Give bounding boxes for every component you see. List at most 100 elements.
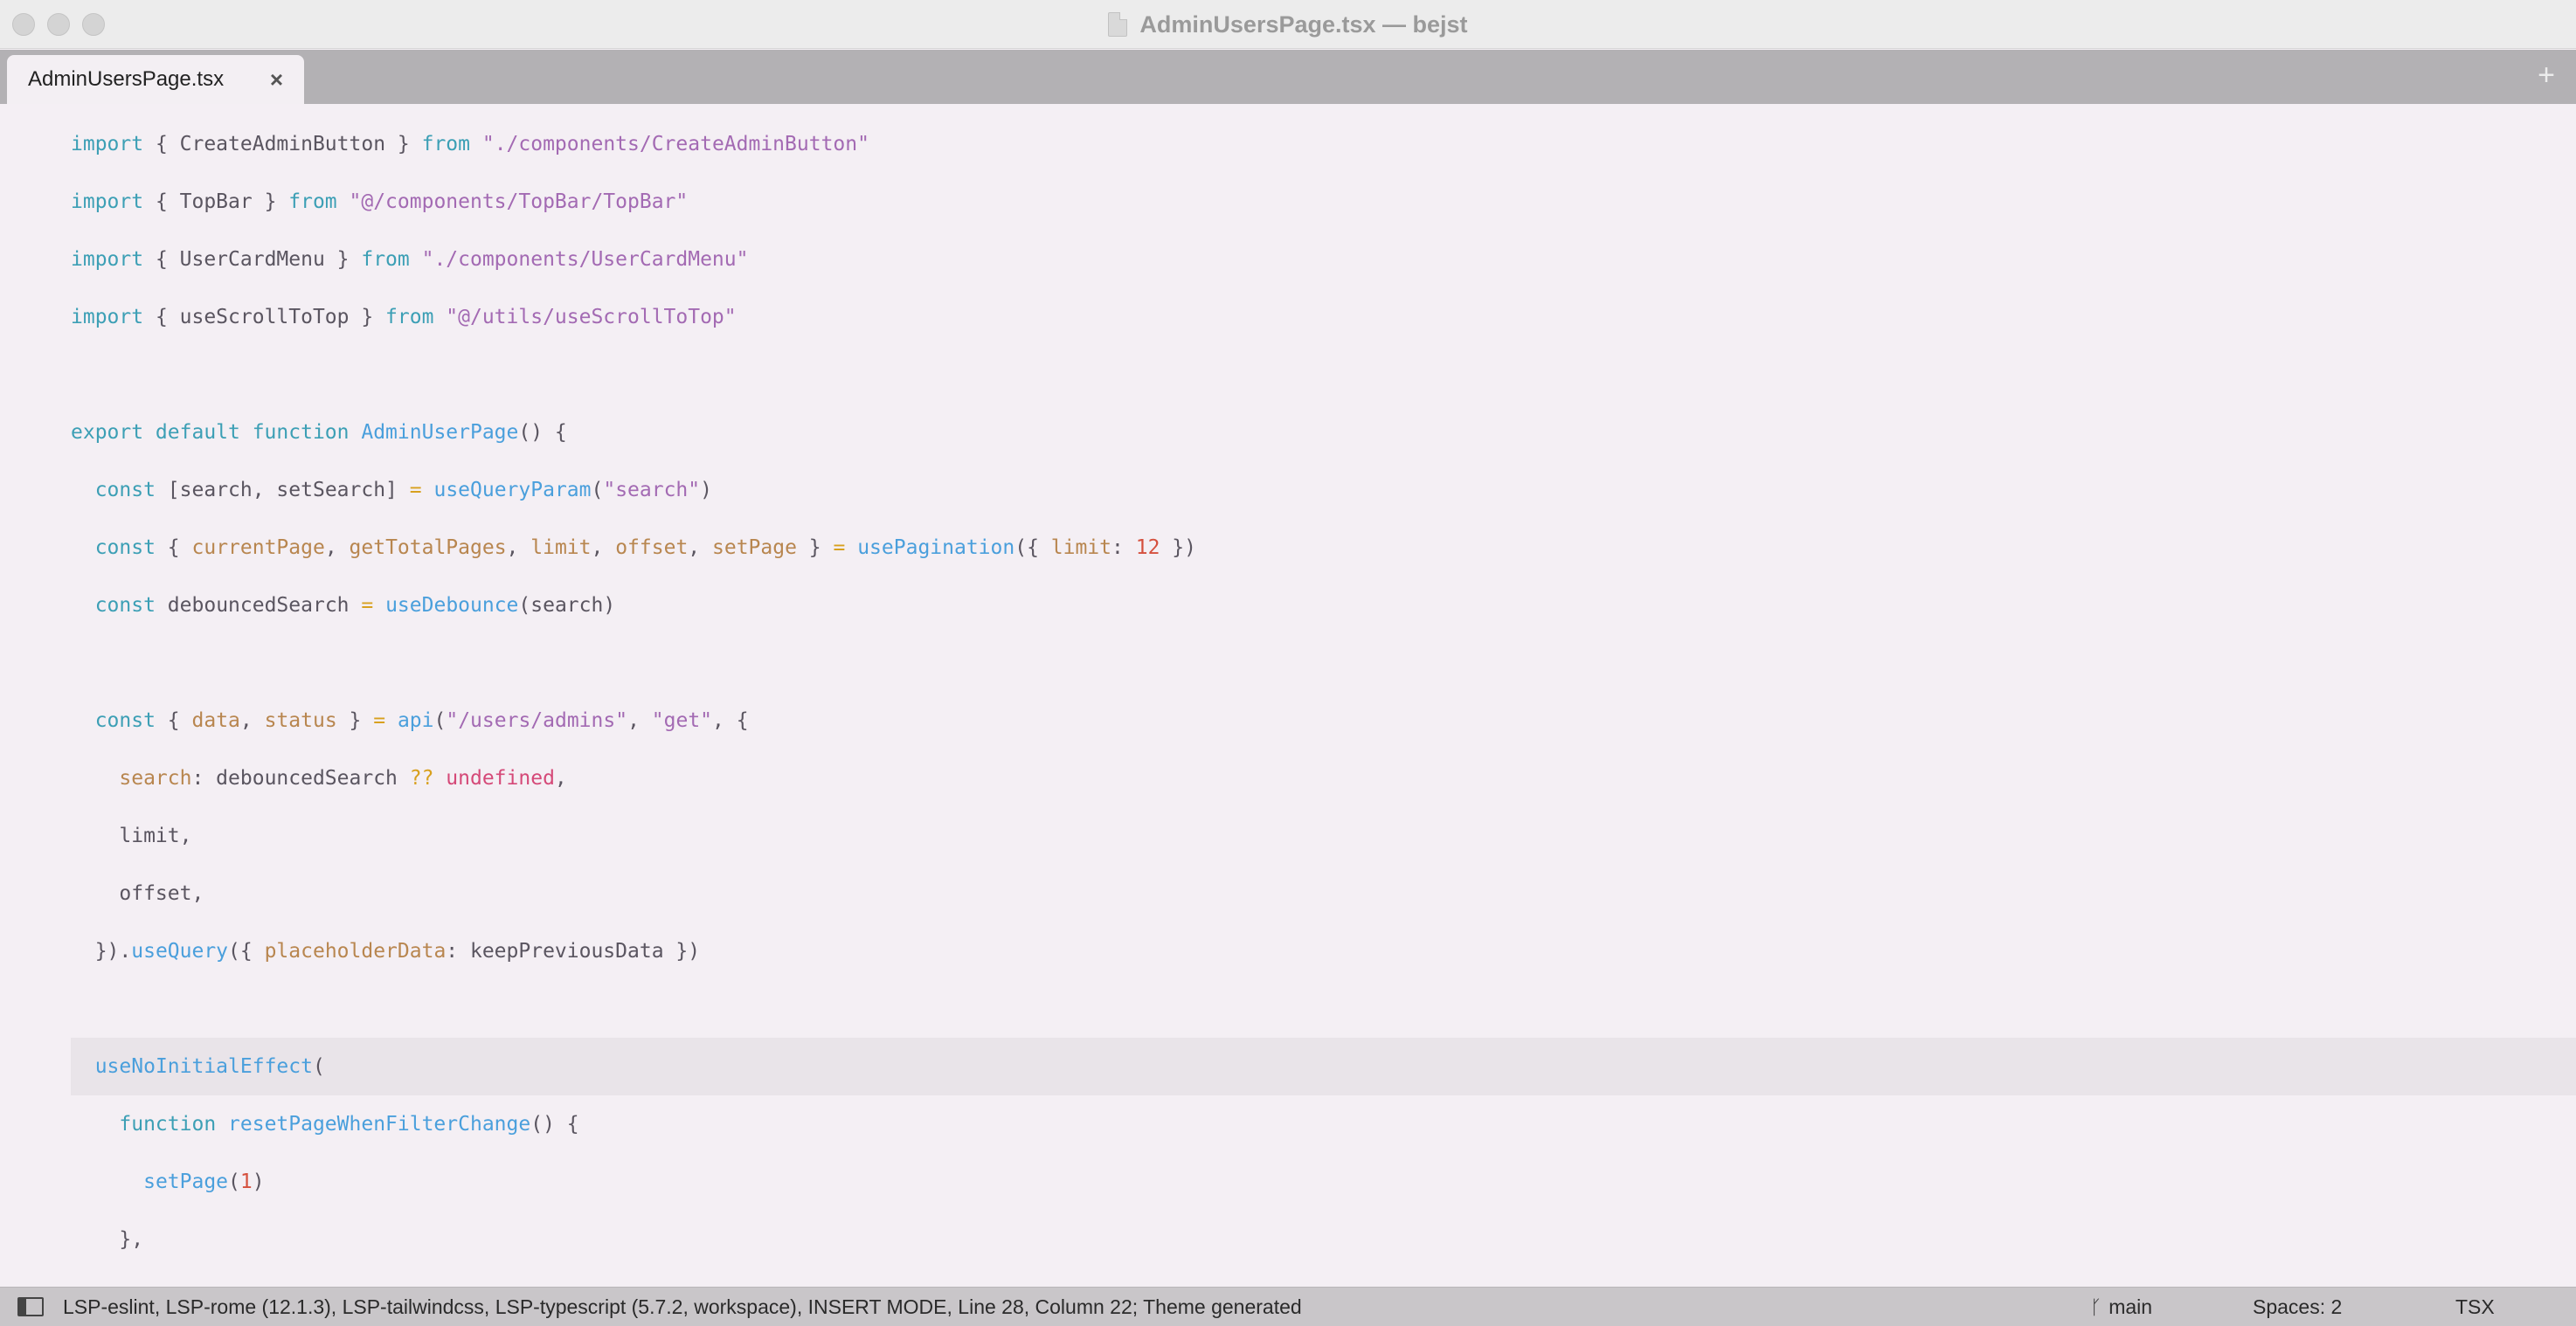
code-token: = [833,536,846,559]
code-token: from [385,306,434,328]
code-token: , [627,709,652,732]
code-line[interactable]: export default function AdminUserPage() … [0,404,2576,461]
code-token: } [336,709,374,732]
code-token: import [71,306,144,328]
code-token: : [1111,536,1136,559]
code-token: "./components/UserCardMenu" [421,248,749,271]
code-token: ?? [409,767,434,790]
code-token: from [361,248,410,271]
code-token: () { [530,1113,579,1136]
code-token: { [155,536,192,559]
code-line[interactable]: search: debouncedSearch ?? undefined, [0,749,2576,807]
code-token: useNoInitialEffect [94,1055,313,1078]
code-token: ( [591,479,604,501]
code-token: , [554,767,567,790]
code-token: 12 [1135,536,1160,559]
code-token: import [71,190,144,213]
code-line-text: limit, [71,807,191,865]
sidebar-toggle-icon[interactable] [17,1297,44,1316]
code-token: const [94,709,156,732]
code-line[interactable] [0,346,2576,404]
code-token: "@/utils/useScrollToTop" [446,306,737,328]
code-token: : debouncedSearch [191,767,410,790]
code-line[interactable]: import { useScrollToTop } from "@/utils/… [0,288,2576,346]
code-line[interactable]: offset, [0,865,2576,922]
git-branch-label: main [2109,1295,2153,1318]
code-token: { UserCardMenu } [143,248,362,271]
code-token: from [288,190,337,213]
code-line-text: const [search, setSearch] = useQueryPara… [71,461,712,519]
code-token: ({ [228,940,265,963]
code-line[interactable]: setPage(1) [0,1153,2576,1211]
code-token: }, [71,1228,144,1251]
code-line[interactable] [0,980,2576,1038]
code-line-text: setPage(1) [71,1153,265,1211]
code-line[interactable]: const [search, setSearch] = useQueryPara… [0,461,2576,519]
tab-bar: AdminUsersPage.tsx × + [0,50,2576,104]
code-token: { CreateAdminButton } [143,133,422,155]
code-token: function [119,1113,217,1136]
window-title: AdminUsersPage.tsx — bejst [0,0,2576,49]
code-token: "/users/admins" [446,709,628,732]
code-token: debouncedSearch [155,594,362,617]
tab-label: AdminUsersPage.tsx [28,67,225,91]
new-tab-button[interactable]: + [2538,59,2555,93]
code-token: , [324,536,350,559]
code-line[interactable]: import { UserCardMenu } from "./componen… [0,231,2576,288]
tab-close-icon[interactable]: × [270,66,283,93]
code-token: "./components/CreateAdminButton" [481,133,869,155]
code-token: }). [71,940,132,963]
code-line-text: const debouncedSearch = useDebounce(sear… [71,577,615,634]
code-token: , [506,536,531,559]
code-line-text: import { UserCardMenu } from "./componen… [71,231,748,288]
code-line[interactable]: }).useQuery({ placeholderData: keepPrevi… [0,922,2576,980]
code-token: api [397,709,434,732]
code-token: status [264,709,337,732]
code-line[interactable]: useNoInitialEffect( [0,1038,2576,1095]
indentation-setting[interactable]: Spaces: 2 [2253,1288,2342,1326]
code-token: from [421,133,470,155]
code-token: setPage [712,536,797,559]
code-line-text: }).useQuery({ placeholderData: keepPrevi… [71,922,700,980]
code-token: getTotalPages [349,536,507,559]
code-line[interactable]: [debouncedSearch] [0,1268,2576,1287]
code-token: offset, [71,882,204,905]
window-title-text: AdminUsersPage.tsx — bejst [1139,10,1468,38]
code-editor[interactable]: import { CreateAdminButton } from "./com… [0,104,2576,1287]
syntax-selector[interactable]: TSX [2455,1288,2495,1326]
tab-adminuserspage[interactable]: AdminUsersPage.tsx × [7,55,304,104]
code-line[interactable]: const { data, status } = api("/users/adm… [0,692,2576,749]
code-line-text: const { currentPage, getTotalPages, limi… [71,519,1196,577]
code-line[interactable]: }, [0,1211,2576,1268]
code-token: , [591,536,616,559]
code-token: usePagination [857,536,1015,559]
code-line[interactable]: const { currentPage, getTotalPages, limi… [0,519,2576,577]
code-token: 1 [239,1171,253,1193]
code-line-text: export default function AdminUserPage() … [71,404,567,461]
code-line-text: offset, [71,865,204,922]
code-line[interactable]: import { CreateAdminButton } from "./com… [0,115,2576,173]
title-bar: AdminUsersPage.tsx — bejst [0,0,2576,49]
code-token: , { [712,709,749,732]
git-branch[interactable]: ᚴ main [2090,1288,2152,1326]
code-token: "get" [651,709,713,732]
code-line[interactable]: const debouncedSearch = useDebounce(sear… [0,577,2576,634]
code-line[interactable]: limit, [0,807,2576,865]
code-line[interactable]: function resetPageWhenFilterChange() { [0,1095,2576,1153]
code-line-text: }, [71,1211,143,1268]
code-line[interactable]: import { TopBar } from "@/components/Top… [0,173,2576,231]
code-line[interactable] [0,634,2576,692]
code-token: = [373,709,386,732]
